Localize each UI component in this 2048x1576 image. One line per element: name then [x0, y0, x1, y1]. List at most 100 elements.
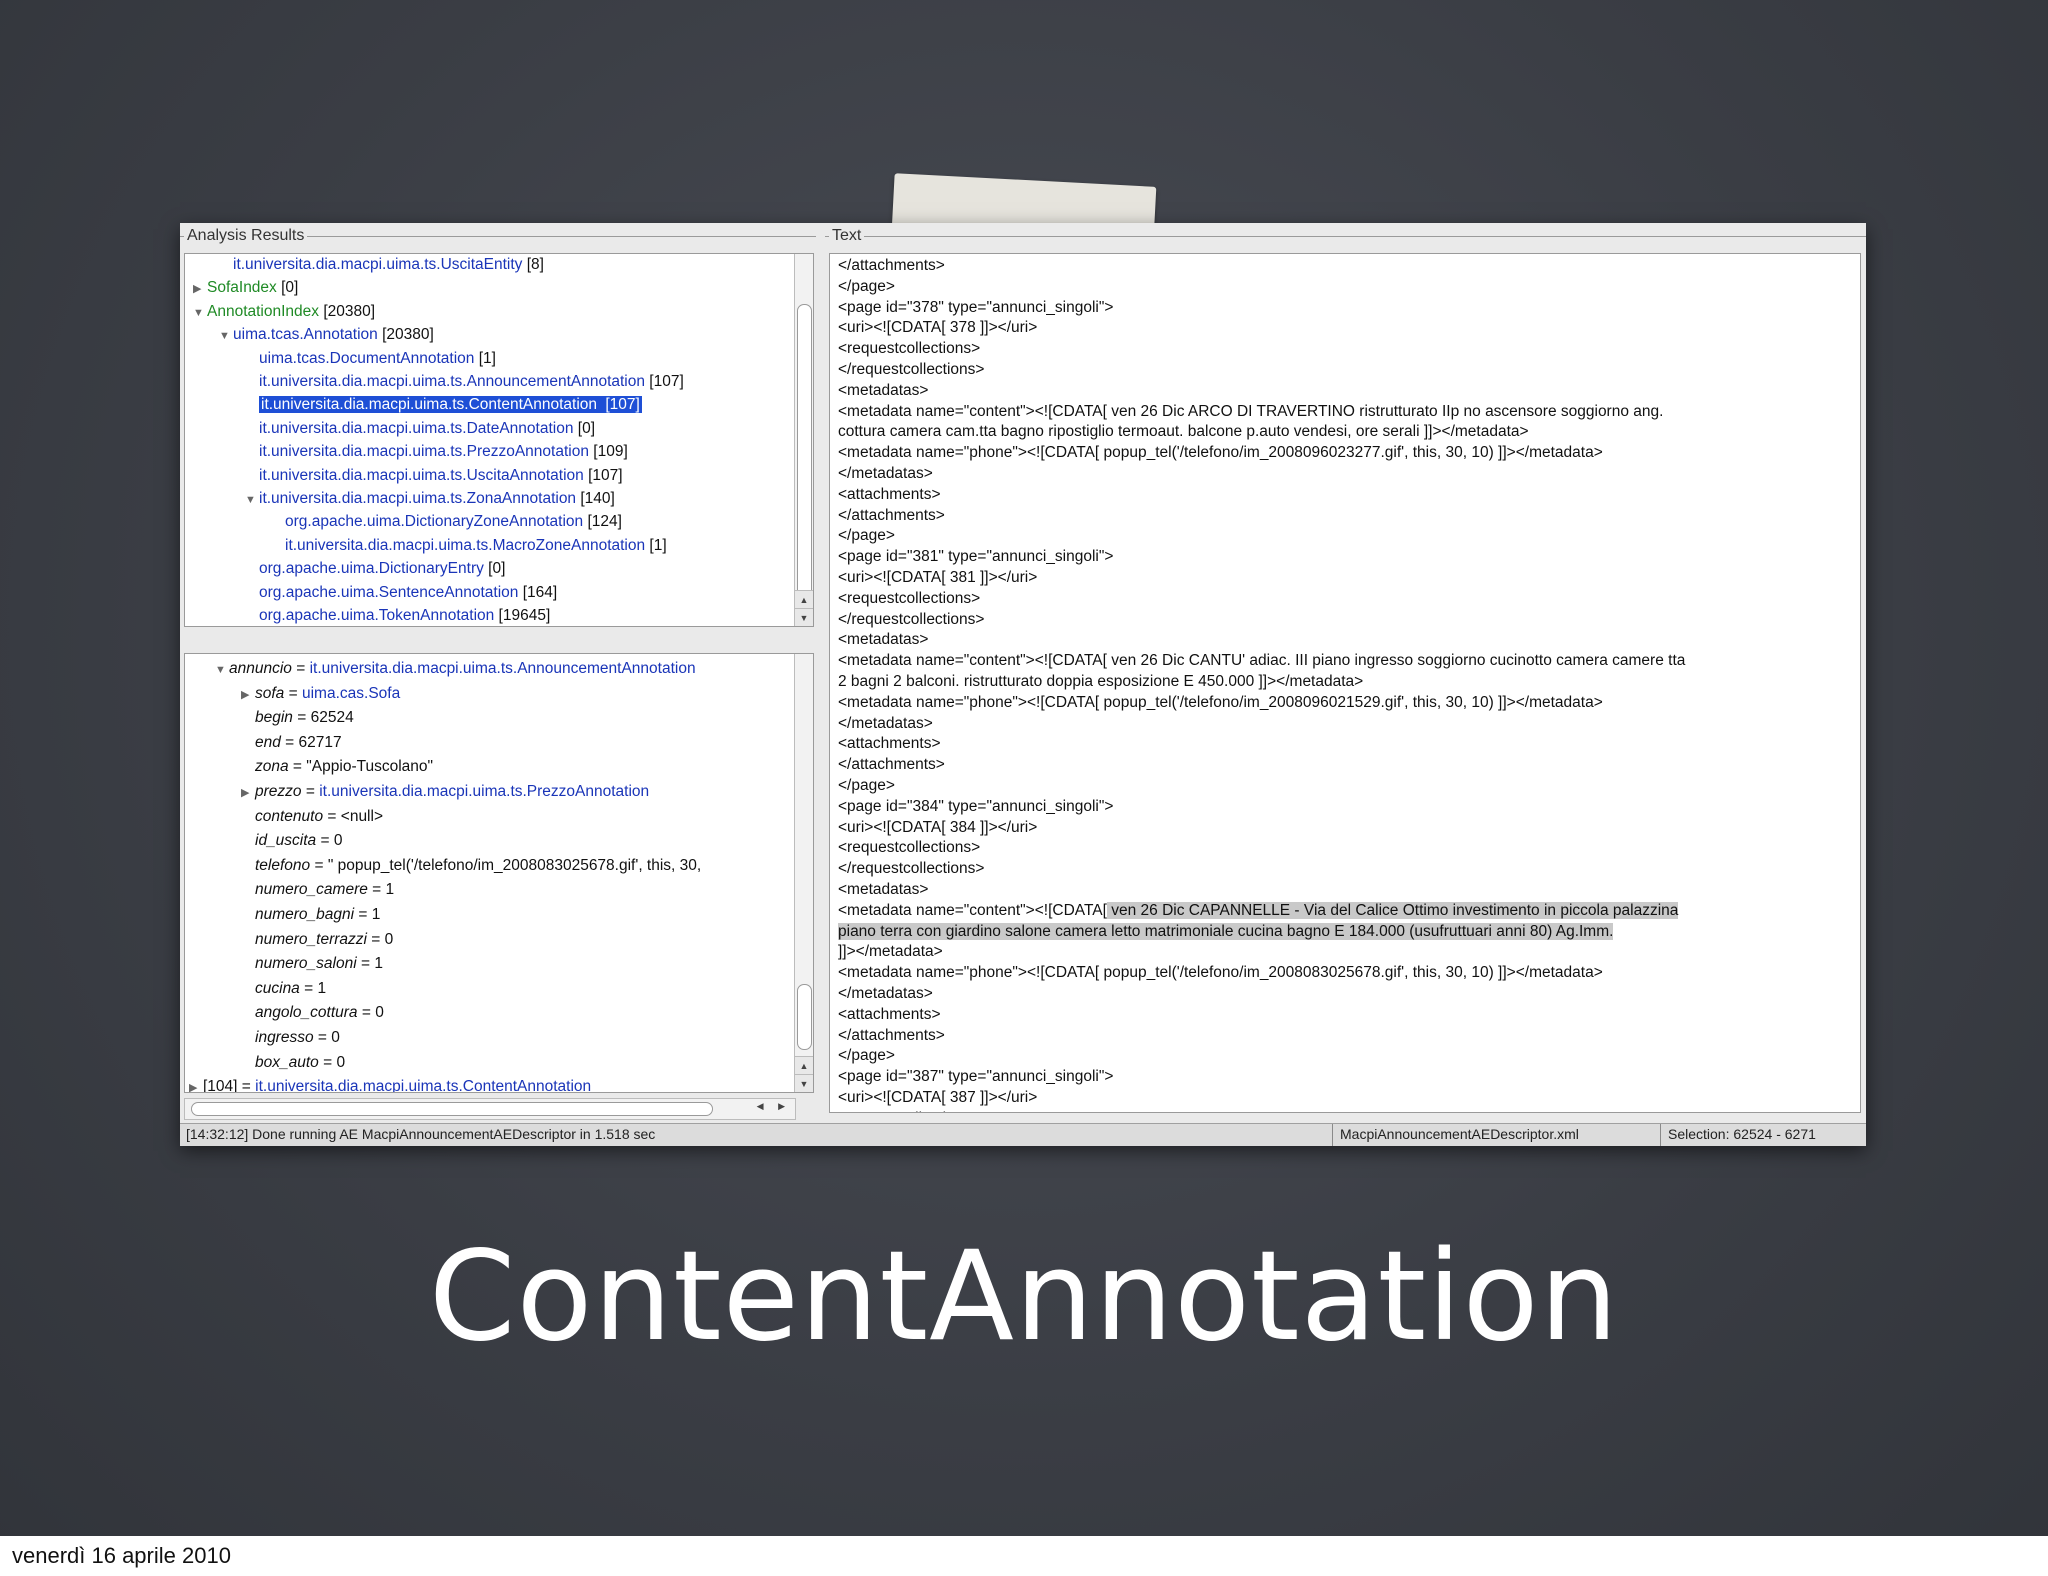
tree-scroll-up-arrow[interactable]: ▲: [795, 590, 813, 609]
feature-structure-tree[interactable]: ▼ annuncio = it.universita.dia.macpi.uima…: [184, 653, 814, 1093]
text-line: </requestcollections>: [838, 360, 984, 381]
tree-node-count: [0]: [573, 419, 596, 437]
feature-equals: =: [237, 1078, 256, 1093]
feature-row[interactable]: numero_saloni = 1: [241, 953, 383, 975]
feature-name: numero_camere: [255, 881, 368, 899]
tree-node[interactable]: org.apache.uima.TokenAnnotation [19645]: [245, 605, 550, 626]
tree-node-type: it.universita.dia.macpi.uima.ts.PrezzoAn…: [259, 443, 589, 461]
feature-equals: =: [318, 1053, 337, 1071]
tree-node[interactable]: uima.tcas.DocumentAnnotation [1]: [245, 348, 496, 370]
document-text-area[interactable]: </attachments> </page> <page id="378" type…: [829, 253, 1861, 1113]
features-scroll-up-arrow[interactable]: ▲: [795, 1056, 813, 1075]
text-line: ]]></metadata>: [838, 942, 943, 963]
expand-right-icon[interactable]: ▶: [193, 278, 207, 300]
tree-node[interactable]: it.universita.dia.macpi.uima.ts.ContentA…: [245, 394, 642, 416]
feature-name: sofa: [255, 684, 285, 702]
feature-equals: =: [323, 807, 341, 825]
text-line: <attachments>: [838, 734, 941, 755]
feature-row[interactable]: begin = 62524: [241, 707, 354, 729]
feature-name: box_auto: [255, 1053, 319, 1071]
feature-value: it.universita.dia.macpi.uima.ts.Announce…: [309, 660, 696, 677]
text-line-content: <uri><![CDATA[ 387 ]]></uri>: [838, 1089, 1038, 1106]
text-line-content: </requestcollections>: [838, 361, 985, 378]
annotation-index-tree[interactable]: it.universita.dia.macpi.uima.ts.UscitaEn…: [184, 253, 814, 627]
feature-name: id_uscita: [255, 832, 317, 850]
feature-row[interactable]: ▶ prezzo = it.universita.dia.macpi.uima.t…: [241, 781, 649, 803]
feature-value: 1: [317, 979, 327, 997]
analysis-results-label: Analysis Results: [184, 227, 308, 245]
text-line-content: </requestcollections>: [838, 610, 985, 628]
tree-node[interactable]: ▶ SofaIndex [0]: [193, 277, 298, 299]
tree-node[interactable]: it.universita.dia.macpi.uima.ts.MacroZon…: [271, 535, 667, 557]
tree-node-type: it.universita.dia.macpi.uima.ts.MacroZon…: [285, 536, 646, 554]
feature-equals: =: [357, 1004, 376, 1022]
feature-row[interactable]: ▶ [104] = it.universita.dia.macpi.uima.ts…: [189, 1076, 591, 1093]
feature-row[interactable]: id_uscita = 0: [241, 830, 342, 852]
text-line: <metadatas>: [838, 630, 928, 651]
expand-right-icon[interactable]: ▶: [241, 782, 255, 804]
uima-annotation-viewer-window: Analysis Results Text it.universita.dia.…: [180, 223, 1866, 1146]
expand-down-icon[interactable]: ▼: [245, 489, 259, 511]
tree-scroll-down-arrow[interactable]: ▼: [795, 608, 813, 626]
feature-row[interactable]: ingresso = 0: [241, 1027, 340, 1049]
feature-row[interactable]: end = 62717: [241, 732, 342, 754]
expand-right-icon[interactable]: ▶: [189, 1077, 203, 1092]
tree-node-type: org.apache.uima.SentenceAnnotation: [259, 583, 519, 601]
features-scroll-down-arrow[interactable]: ▼: [795, 1074, 813, 1092]
tree-node[interactable]: it.universita.dia.macpi.uima.ts.Announce…: [245, 371, 684, 393]
text-line-content: </page>: [838, 527, 895, 545]
feature-value: "Appio-Tuscolano": [306, 758, 434, 776]
tree-node[interactable]: ▼ uima.tcas.Annotation [20380]: [219, 324, 434, 346]
text-line-content: <metadata name="content"><![CDATA[ ven 2…: [838, 652, 1686, 670]
features-scroll-thumb[interactable]: [797, 984, 812, 1050]
feature-row[interactable]: numero_bagni = 1: [241, 904, 380, 926]
tree-node[interactable]: it.universita.dia.macpi.uima.ts.UscitaEn…: [219, 254, 544, 276]
text-line-content: <uri><![CDATA[ 378 ]]></uri>: [838, 319, 1038, 337]
tree-node-count: [107]: [645, 373, 684, 390]
text-line-content: <metadata name="content"><![CDATA[: [838, 901, 1107, 919]
text-line-content: 2 bagni 2 balconi. ristrutturato doppia …: [838, 673, 1364, 690]
features-vertical-scrollbar[interactable]: ▲ ▼: [794, 654, 813, 1092]
tree-node[interactable]: ▼ it.universita.dia.macpi.uima.ts.ZonaAnn…: [245, 488, 615, 510]
feature-row[interactable]: zona = "Appio-Tuscolano": [241, 756, 433, 778]
tree-node[interactable]: it.universita.dia.macpi.uima.ts.PrezzoAn…: [245, 441, 628, 463]
feature-row[interactable]: contenuto = <null>: [241, 806, 383, 828]
features-horizontal-scrollbar[interactable]: ◀ ▶: [184, 1098, 796, 1120]
tree-node[interactable]: ▼ AnnotationIndex [20380]: [193, 301, 375, 323]
feature-row[interactable]: ▼ annuncio = it.universita.dia.macpi.uima…: [215, 658, 696, 680]
features-hscroll-thumb[interactable]: [191, 1102, 713, 1116]
expand-down-icon[interactable]: ▼: [193, 302, 207, 324]
tree-node[interactable]: it.universita.dia.macpi.uima.ts.UscitaAn…: [245, 465, 623, 487]
feature-value: uima.cas.Sofa: [301, 684, 401, 702]
tree-node[interactable]: org.apache.uima.DictionaryZoneAnnotation…: [271, 511, 622, 533]
hscroll-arrows[interactable]: ◀ ▶: [757, 1101, 791, 1112]
text-line-content: <requestcollections>: [838, 839, 981, 857]
feature-row[interactable]: numero_terrazzi = 0: [241, 929, 393, 951]
feature-name: end: [255, 733, 281, 751]
feature-row[interactable]: ▶ sofa = uima.cas.Sofa: [241, 683, 400, 705]
feature-row[interactable]: telefono = " popup_tel('/telefono/im_200…: [241, 855, 701, 877]
expand-down-icon[interactable]: ▼: [219, 325, 233, 347]
tree-node-type: uima.tcas.Annotation: [233, 326, 378, 344]
feature-value: 0: [336, 1053, 346, 1071]
text-line: <requestcollections>: [838, 339, 980, 360]
expand-right-icon[interactable]: ▶: [241, 684, 255, 706]
feature-value: 1: [374, 955, 383, 973]
feature-row[interactable]: numero_camere = 1: [241, 879, 394, 901]
text-line-content: ]]></metadata>: [838, 943, 943, 961]
text-line-content: </metadatas>: [838, 465, 933, 482]
tree-node[interactable]: org.apache.uima.DictionaryEntry [0]: [245, 558, 505, 580]
tree-vertical-scrollbar[interactable]: ▲ ▼: [794, 254, 813, 626]
feature-row[interactable]: cucina = 1: [241, 978, 326, 1000]
feature-row[interactable]: box_auto = 0: [241, 1052, 345, 1074]
text-line: <metadata name="phone"><![CDATA[ popup_t…: [838, 963, 1603, 984]
tree-scroll-thumb[interactable]: [797, 304, 812, 606]
text-line: 2 bagni 2 balconi. ristrutturato doppia …: [838, 672, 1363, 693]
feature-row[interactable]: angolo_cottura = 0: [241, 1002, 384, 1024]
tree-node-count: [140]: [576, 490, 615, 507]
feature-name: [104]: [203, 1078, 238, 1093]
tree-node[interactable]: it.universita.dia.macpi.uima.ts.DateAnno…: [245, 418, 595, 440]
tree-node[interactable]: org.apache.uima.SentenceAnnotation [164]: [245, 582, 557, 604]
expand-down-icon[interactable]: ▼: [215, 659, 229, 681]
feature-value: 0: [331, 1029, 340, 1046]
